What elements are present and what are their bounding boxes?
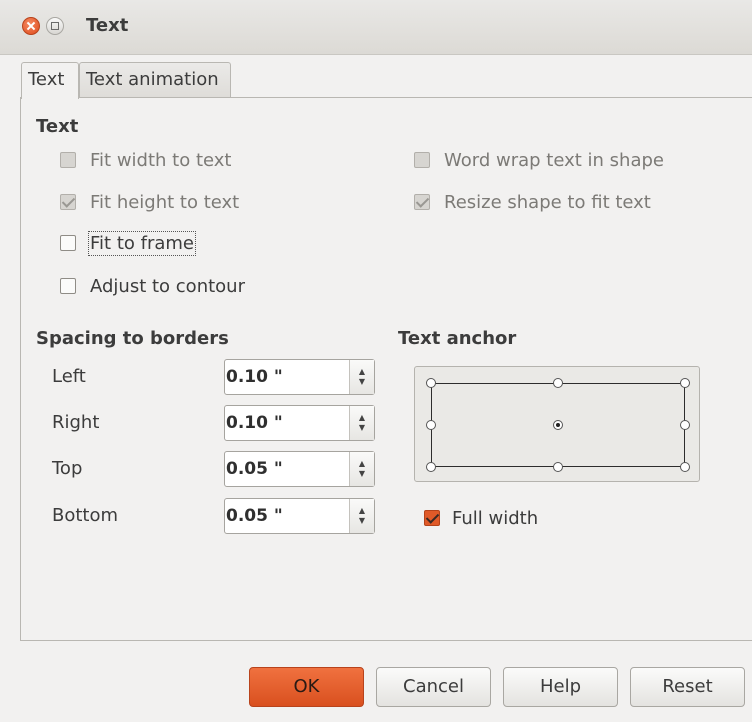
adjust-contour-option[interactable]: Adjust to contour [60, 274, 245, 298]
spacing-top-value[interactable]: 0.05 " [225, 452, 349, 486]
word-wrap-checkbox[interactable] [414, 152, 430, 168]
cancel-button[interactable]: Cancel [376, 667, 491, 707]
maximize-icon[interactable] [46, 17, 64, 35]
anchor-top-left-radio[interactable] [426, 378, 436, 388]
full-width-option[interactable]: Full width [424, 506, 538, 530]
anchor-bottom-center-radio[interactable] [553, 462, 563, 472]
spacing-left-value[interactable]: 0.10 " [225, 360, 349, 394]
anchor-middle-left-radio[interactable] [426, 420, 436, 430]
spacing-left-field[interactable]: 0.10 " ▲ ▼ [224, 359, 375, 395]
fit-height-option[interactable]: Fit height to text [60, 190, 239, 214]
ok-button[interactable]: OK [249, 667, 364, 707]
text-section-title: Text [36, 116, 79, 137]
spin-arrows-icon[interactable]: ▲ ▼ [349, 360, 374, 394]
window-title: Text [86, 15, 129, 36]
anchor-bottom-right-radio[interactable] [680, 462, 690, 472]
fit-to-frame-checkbox[interactable] [60, 235, 76, 251]
close-icon[interactable] [22, 17, 40, 35]
anchor-section-title: Text anchor [398, 328, 517, 349]
spin-arrows-icon[interactable]: ▲ ▼ [349, 499, 374, 533]
full-width-checkbox[interactable] [424, 510, 440, 526]
fit-width-option[interactable]: Fit width to text [60, 148, 231, 172]
spacing-right-label: Right [52, 412, 100, 433]
spacing-bottom-label: Bottom [52, 505, 119, 526]
help-button[interactable]: Help [503, 667, 618, 707]
adjust-contour-label: Adjust to contour [90, 275, 245, 297]
anchor-center-radio[interactable] [553, 420, 563, 430]
fit-height-label: Fit height to text [90, 191, 240, 213]
resize-shape-option[interactable]: Resize shape to fit text [414, 190, 651, 214]
spacing-right-field[interactable]: 0.10 " ▲ ▼ [224, 405, 375, 441]
spacing-bottom-value[interactable]: 0.05 " [225, 499, 349, 533]
full-width-label: Full width [452, 507, 539, 529]
anchor-top-center-radio[interactable] [553, 378, 563, 388]
tab-text-animation[interactable]: Text animation [79, 62, 231, 98]
resize-shape-checkbox[interactable] [414, 194, 430, 210]
spin-arrows-icon[interactable]: ▲ ▼ [349, 452, 374, 486]
anchor-middle-right-radio[interactable] [680, 420, 690, 430]
fit-width-label: Fit width to text [90, 149, 232, 171]
fit-height-checkbox[interactable] [60, 194, 76, 210]
spacing-top-label: Top [52, 458, 83, 479]
adjust-contour-checkbox[interactable] [60, 278, 76, 294]
spacing-bottom-field[interactable]: 0.05 " ▲ ▼ [224, 498, 375, 534]
anchor-selector [414, 366, 700, 482]
tab-text[interactable]: Text [21, 62, 79, 99]
fit-width-checkbox[interactable] [60, 152, 76, 168]
anchor-bottom-left-radio[interactable] [426, 462, 436, 472]
fit-to-frame-option[interactable]: Fit to frame [60, 230, 196, 256]
anchor-top-right-radio[interactable] [680, 378, 690, 388]
resize-shape-label: Resize shape to fit text [444, 191, 651, 213]
spacing-top-field[interactable]: 0.05 " ▲ ▼ [224, 451, 375, 487]
spacing-right-value[interactable]: 0.10 " [225, 406, 349, 440]
title-bar: Text [0, 0, 752, 55]
spacing-left-label: Left [52, 366, 86, 387]
spacing-section-title: Spacing to borders [36, 328, 229, 349]
spin-arrows-icon[interactable]: ▲ ▼ [349, 406, 374, 440]
word-wrap-option[interactable]: Word wrap text in shape [414, 148, 664, 172]
word-wrap-label: Word wrap text in shape [444, 149, 664, 171]
fit-to-frame-label: Fit to frame [88, 230, 196, 256]
reset-button[interactable]: Reset [630, 667, 745, 707]
